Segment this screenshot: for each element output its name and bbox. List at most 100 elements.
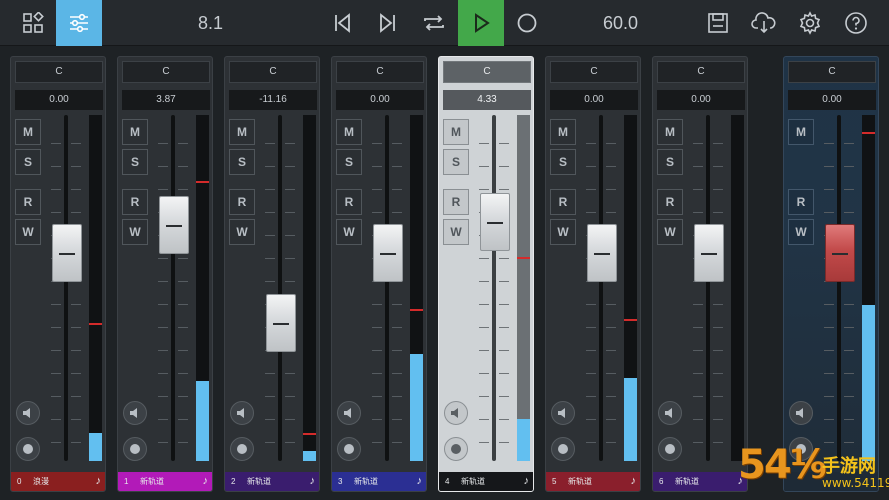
volume-fader[interactable]	[825, 224, 855, 283]
volume-fader[interactable]	[480, 192, 510, 251]
mute-button[interactable]: M	[443, 119, 469, 145]
write-automation-button[interactable]: W	[550, 219, 576, 245]
channel-strip-2[interactable]: C -11.16 M S R W 2 新轨道 ♪	[224, 56, 320, 492]
pan-knob[interactable]: C	[336, 61, 424, 83]
speaker-icon[interactable]	[123, 401, 147, 425]
solo-button[interactable]: S	[229, 149, 255, 175]
volume-fader[interactable]	[159, 195, 189, 254]
monitor-icon[interactable]	[444, 437, 468, 461]
play-icon[interactable]	[458, 0, 504, 46]
solo-button[interactable]: S	[15, 149, 41, 175]
fader-scale-tick	[158, 373, 168, 374]
channel-strip-4[interactable]: C 4.33 M S R W 4 新轨道 ♪	[438, 56, 534, 492]
channel-strip-1[interactable]: C 3.87 M S R W 1 新轨道 ♪	[117, 56, 213, 492]
speaker-icon[interactable]	[337, 401, 361, 425]
speaker-icon[interactable]	[16, 401, 40, 425]
pan-knob[interactable]: C	[550, 61, 638, 83]
volume-fader[interactable]	[373, 224, 403, 283]
solo-button[interactable]: S	[550, 149, 576, 175]
pan-knob[interactable]: C	[122, 61, 210, 83]
channel-strip-6[interactable]: C 0.00 M S R W 6 新轨道 ♪	[652, 56, 748, 492]
fader-scale-tick	[844, 143, 854, 144]
speaker-icon[interactable]	[551, 401, 575, 425]
read-automation-button[interactable]: R	[788, 189, 814, 215]
read-automation-button[interactable]: R	[550, 189, 576, 215]
pan-knob[interactable]: C	[229, 61, 317, 83]
mixer-sliders-icon[interactable]	[56, 0, 102, 46]
volume-fader[interactable]	[694, 224, 724, 283]
speaker-icon[interactable]	[789, 401, 813, 425]
pan-knob[interactable]: C	[657, 61, 745, 83]
write-automation-button[interactable]: W	[657, 219, 683, 245]
level-meter	[862, 115, 875, 461]
channel-strip-7[interactable]: C 0.00 M R W	[783, 56, 879, 492]
monitor-icon[interactable]	[230, 437, 254, 461]
mute-button[interactable]: M	[550, 119, 576, 145]
meter-level	[862, 305, 875, 461]
record-icon[interactable]	[504, 0, 550, 46]
read-automation-button[interactable]: R	[336, 189, 362, 215]
watermark-logo: 54¹⁄₉ 手游网 www.54119.com	[730, 442, 889, 500]
volume-fader[interactable]	[266, 293, 296, 352]
fader-scale-tick	[479, 258, 489, 259]
read-automation-button[interactable]: R	[229, 189, 255, 215]
track-label[interactable]: 1 新轨道 ♪	[118, 472, 212, 491]
channel-strip-5[interactable]: C 0.00 M S R W 5 新轨道 ♪	[545, 56, 641, 492]
mute-button[interactable]: M	[229, 119, 255, 145]
channel-strip-0[interactable]: C 0.00 M S R W 0 浪漫 ♪	[10, 56, 106, 492]
track-label[interactable]: 0 浪漫 ♪	[11, 472, 105, 491]
write-automation-button[interactable]: W	[336, 219, 362, 245]
gear-icon[interactable]	[787, 0, 833, 46]
speaker-icon[interactable]	[230, 401, 254, 425]
write-automation-button[interactable]: W	[788, 219, 814, 245]
read-automation-button[interactable]: R	[122, 189, 148, 215]
volume-fader[interactable]	[587, 224, 617, 283]
mute-button[interactable]: M	[788, 119, 814, 145]
volume-fader[interactable]	[52, 224, 82, 283]
fader-scale-tick	[693, 419, 703, 420]
fader-scale-tick	[51, 327, 61, 328]
track-label[interactable]: 5 新轨道 ♪	[546, 472, 640, 491]
speaker-icon[interactable]	[658, 401, 682, 425]
solo-button[interactable]: S	[657, 149, 683, 175]
mute-button[interactable]: M	[657, 119, 683, 145]
read-automation-button[interactable]: R	[443, 189, 469, 215]
monitor-icon[interactable]	[658, 437, 682, 461]
mute-button[interactable]: M	[122, 119, 148, 145]
track-label[interactable]: 2 新轨道 ♪	[225, 472, 319, 491]
save-icon[interactable]	[695, 0, 741, 46]
pan-knob[interactable]: C	[15, 61, 103, 83]
write-automation-button[interactable]: W	[229, 219, 255, 245]
write-automation-button[interactable]: W	[15, 219, 41, 245]
monitor-icon[interactable]	[337, 437, 361, 461]
skip-forward-icon[interactable]	[365, 0, 411, 46]
monitor-icon[interactable]	[16, 437, 40, 461]
read-automation-button[interactable]: R	[15, 189, 41, 215]
write-automation-button[interactable]: W	[122, 219, 148, 245]
skip-back-icon[interactable]	[319, 0, 365, 46]
pan-knob[interactable]: C	[788, 61, 876, 83]
meter-level	[624, 377, 637, 461]
cloud-download-icon[interactable]	[741, 0, 787, 46]
tempo-display[interactable]: 60.0	[603, 0, 638, 46]
track-label[interactable]: 4 新轨道 ♪	[439, 472, 533, 491]
write-automation-button[interactable]: W	[443, 219, 469, 245]
fader-scale-tick	[158, 189, 168, 190]
track-label[interactable]: 3 新轨道 ♪	[332, 472, 426, 491]
help-icon[interactable]	[833, 0, 879, 46]
monitor-icon[interactable]	[551, 437, 575, 461]
pan-knob[interactable]: C	[443, 61, 531, 83]
fader-scale-tick	[265, 419, 275, 420]
loop-icon[interactable]	[411, 0, 457, 46]
read-automation-button[interactable]: R	[657, 189, 683, 215]
solo-button[interactable]: S	[443, 149, 469, 175]
music-note-icon: ♪	[416, 475, 423, 487]
monitor-icon[interactable]	[123, 437, 147, 461]
mute-button[interactable]: M	[15, 119, 41, 145]
grid-icon[interactable]	[10, 0, 56, 46]
solo-button[interactable]: S	[122, 149, 148, 175]
speaker-icon[interactable]	[444, 401, 468, 425]
solo-button[interactable]: S	[336, 149, 362, 175]
mute-button[interactable]: M	[336, 119, 362, 145]
channel-strip-3[interactable]: C 0.00 M S R W 3 新轨道 ♪	[331, 56, 427, 492]
